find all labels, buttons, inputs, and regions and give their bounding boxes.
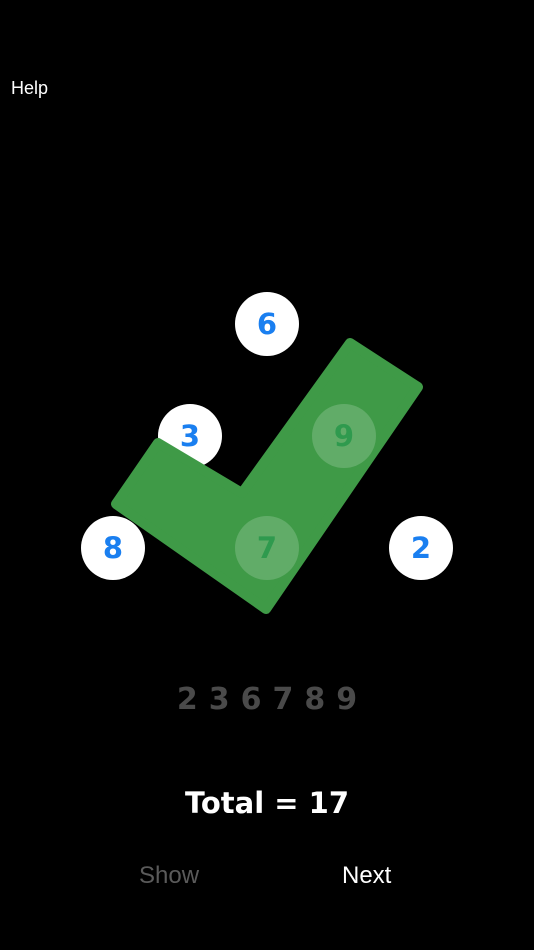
number-circle-left[interactable]: 8 xyxy=(81,516,145,580)
puzzle-board: 3 6 9 8 7 2 xyxy=(0,0,534,950)
checkmark-icon xyxy=(111,338,423,614)
number-circle-center[interactable]: 7 xyxy=(235,516,299,580)
number-circle-right[interactable]: 2 xyxy=(389,516,453,580)
number-circle-upper-right[interactable]: 9 xyxy=(312,404,376,468)
number-circle-top[interactable]: 6 xyxy=(235,292,299,356)
